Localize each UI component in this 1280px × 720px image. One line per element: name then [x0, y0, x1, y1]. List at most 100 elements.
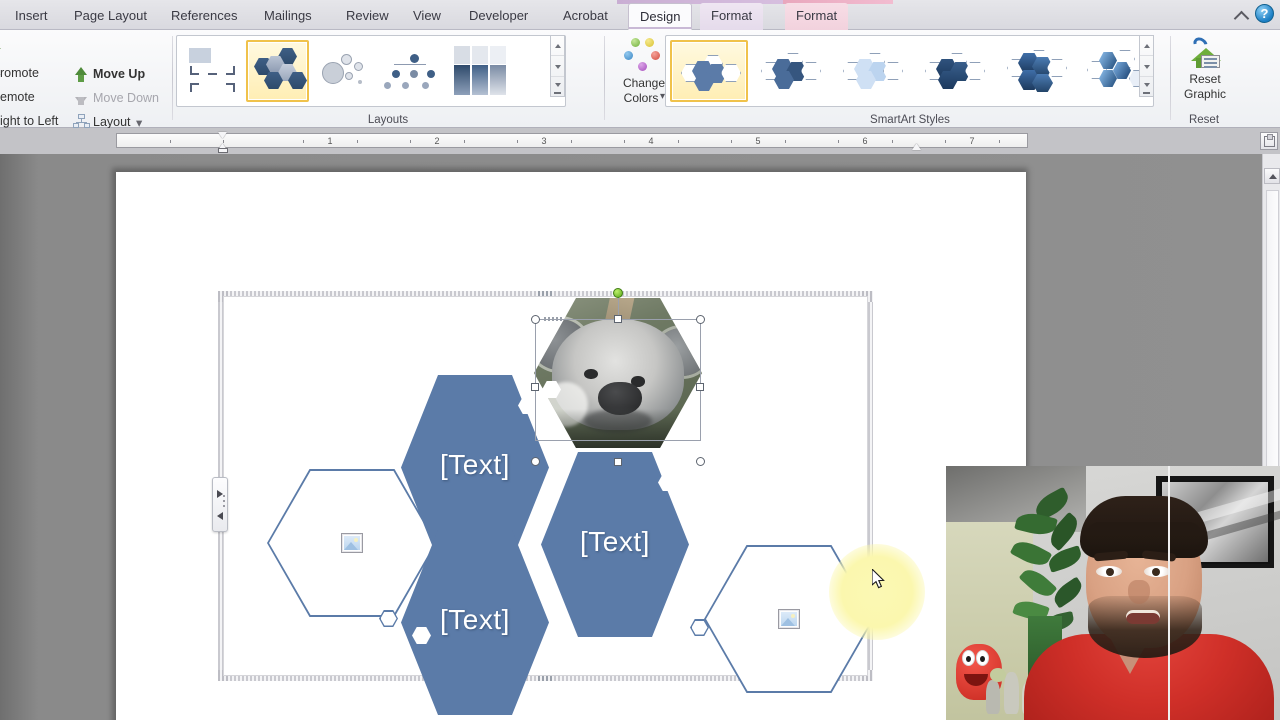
change-colors-label-line1: Change — [622, 76, 666, 90]
smartart-styles-group-label: SmartArt Styles — [870, 114, 950, 126]
handle-middle-left[interactable] — [531, 383, 539, 391]
promote-label[interactable]: romote — [0, 66, 39, 80]
group-separator — [172, 36, 173, 120]
layouts-scroll-down-icon[interactable] — [551, 57, 564, 77]
handle-bottom-center[interactable] — [614, 458, 622, 466]
nose — [1128, 580, 1150, 604]
group-layouts: Layouts — [176, 30, 600, 128]
webcam-video-overlay — [946, 466, 1280, 720]
horizontal-ruler[interactable]: 1 2 3 4 5 6 7 — [0, 128, 1280, 154]
select-browse-object-icon[interactable] — [1260, 132, 1278, 150]
smartart-styles-gallery[interactable] — [665, 35, 1154, 107]
tab-references[interactable]: References — [160, 3, 248, 30]
ribbon-body: romote emote ight to Left te Graphic Mov… — [0, 30, 1280, 152]
tab-page-layout[interactable]: Page Layout — [63, 3, 158, 30]
ruler-number-1: 1 — [327, 136, 333, 146]
handle-corner-bl[interactable] — [531, 457, 540, 466]
ruler-number-7: 7 — [969, 136, 975, 146]
smartart-drawing-canvas[interactable]: [Text] [Text] [Text] — [212, 288, 874, 715]
right-to-left-label[interactable]: ight to Left — [0, 114, 58, 128]
style-item-moderate-effect[interactable] — [916, 40, 994, 102]
picture-placeholder-icon[interactable] — [778, 609, 800, 629]
style-item-intense-effect[interactable] — [998, 40, 1076, 102]
webcam-panel-divider — [1168, 466, 1170, 720]
group-create-graphic: romote emote ight to Left te Graphic Mov… — [0, 30, 175, 152]
rotate-handle[interactable] — [613, 288, 623, 298]
pupil-left — [1106, 568, 1114, 576]
reset-group-label: Reset — [1188, 114, 1220, 126]
reset-graphic-label-line2: Graphic — [1183, 87, 1227, 101]
smartart-canvas-inner[interactable]: [Text] [Text] [Text] — [212, 288, 874, 715]
reset-graphic-label-line1: Reset — [1189, 72, 1221, 86]
beard — [1088, 596, 1202, 658]
layouts-gallery[interactable] — [176, 35, 566, 107]
layout-item-hierarchy[interactable] — [382, 40, 445, 102]
left-indent-marker[interactable] — [218, 148, 228, 153]
group-smartart-styles: Change Colors ▾ SmartArt Styles — [608, 30, 1168, 128]
presenter — [1024, 492, 1274, 720]
move-down-label: Move Down — [93, 91, 159, 105]
style-item-white-outline[interactable] — [752, 40, 830, 102]
group-reset: Reset Graphic Reset — [1174, 30, 1234, 128]
pupil-right — [1152, 568, 1160, 576]
layout-item-picture-strips[interactable] — [450, 40, 513, 102]
demote-icon — [0, 66, 4, 82]
layout-label[interactable]: Layout — [93, 115, 131, 129]
handle-corner-tr[interactable] — [696, 315, 705, 324]
help-icon[interactable]: ? — [1255, 4, 1274, 23]
handle-corner-tl[interactable] — [531, 315, 540, 324]
styles-scroll-up-icon[interactable] — [1140, 36, 1153, 56]
layouts-scroll-up-icon[interactable] — [551, 36, 564, 56]
tab-acrobat[interactable]: Acrobat — [552, 3, 619, 30]
tab-format-smartart[interactable]: Format — [700, 3, 764, 30]
selection-bounding-box — [535, 317, 701, 441]
smartart-styles-scrollbar[interactable] — [1139, 35, 1154, 97]
layout-item-circle-relationship[interactable] — [314, 40, 377, 102]
handle-top-center[interactable] — [614, 315, 622, 323]
demote-label[interactable]: emote — [0, 90, 35, 104]
window-controls: ? — [1233, 4, 1274, 23]
hair — [1080, 496, 1208, 558]
text-pane-toggle[interactable] — [212, 477, 228, 532]
ribbon: Insert Page Layout References Mailings R… — [0, 0, 1280, 152]
move-up-label[interactable]: Move Up — [93, 67, 145, 81]
layout-item-hexagon-cluster[interactable] — [246, 40, 309, 102]
styles-more-icon[interactable] — [1140, 78, 1153, 98]
tab-view[interactable]: View — [402, 3, 452, 30]
change-colors-button[interactable]: Change Colors ▾ — [616, 36, 672, 108]
click-highlight — [829, 544, 925, 640]
layouts-group-label: Layouts — [367, 114, 409, 126]
style-item-simple-fill[interactable] — [670, 40, 748, 102]
canvas-resize-handle-bottom[interactable] — [538, 676, 552, 681]
style-item-subtle-effect[interactable] — [834, 40, 912, 102]
layouts-gallery-scrollbar[interactable] — [550, 35, 565, 97]
layout-icon — [73, 114, 90, 129]
document-page[interactable]: [Text] [Text] [Text] — [116, 172, 1026, 720]
reset-graphic-button[interactable]: Reset Graphic — [1177, 34, 1233, 108]
tab-developer[interactable]: Developer — [458, 3, 539, 30]
layouts-more-icon[interactable] — [551, 78, 564, 98]
right-indent-marker[interactable] — [912, 141, 921, 150]
group-separator — [1170, 36, 1171, 120]
tab-mailings[interactable]: Mailings — [253, 3, 323, 30]
change-colors-label-line2: Colors — [623, 91, 659, 105]
scroll-up-arrow[interactable] — [1264, 168, 1280, 184]
move-up-icon — [73, 66, 89, 82]
chevron-up-icon[interactable] — [1233, 6, 1249, 22]
selection-grip — [544, 317, 562, 321]
tab-design[interactable]: Design — [628, 3, 693, 30]
tab-review[interactable]: Review — [335, 3, 400, 30]
first-line-indent-marker[interactable] — [218, 132, 227, 141]
move-down-icon — [73, 90, 89, 106]
handle-middle-right[interactable] — [696, 383, 704, 391]
ruler-number-4: 4 — [648, 136, 654, 146]
picture-placeholder-icon[interactable] — [341, 533, 363, 553]
tab-format-drawing[interactable]: Format — [785, 3, 849, 30]
right-to-left-icon — [0, 90, 4, 106]
styles-scroll-down-icon[interactable] — [1140, 57, 1153, 77]
ruler-bar[interactable]: 1 2 3 4 5 6 7 — [116, 133, 1028, 148]
handle-corner-br[interactable] — [696, 457, 705, 466]
tab-insert[interactable]: Insert — [4, 3, 59, 30]
mouth — [1126, 610, 1160, 624]
layout-item-picture-caption[interactable] — [181, 40, 244, 102]
